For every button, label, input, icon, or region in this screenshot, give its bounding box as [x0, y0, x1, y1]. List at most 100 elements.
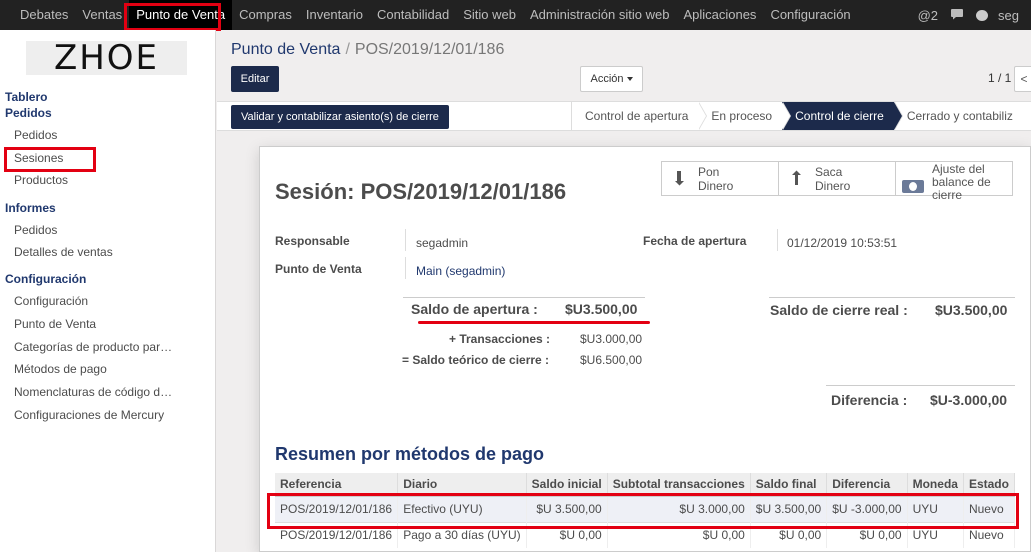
cell-saldo-final: $U 0,00	[750, 521, 828, 548]
field-separator	[777, 229, 778, 251]
menu-punto-de-venta[interactable]: Punto de Venta	[129, 0, 233, 30]
transacciones-value: $U3.000,00	[580, 332, 643, 346]
sidebar-item-punto-de-venta[interactable]: Punto de Venta	[14, 317, 96, 331]
caret-down-icon	[626, 77, 633, 81]
sidebar-section-pedidos: Pedidos	[5, 106, 52, 120]
saca-dinero-label: Saca Dinero	[815, 165, 851, 193]
stage-pipeline: Control de apertura En proceso Control d…	[571, 102, 1023, 130]
punto-venta-value[interactable]: Main (segadmin)	[416, 264, 505, 278]
sidebar-item-sesiones[interactable]: Sesiones	[14, 151, 63, 165]
resumen-title: Resumen por métodos de pago	[275, 444, 545, 464]
statusbar: Validar y contabilizar asiento(s) de cie…	[217, 101, 1031, 131]
cell-moneda: UYU	[907, 496, 964, 522]
col-subtotal[interactable]: Subtotal transacciones	[607, 473, 751, 497]
sidebar-item-nomenclaturas[interactable]: Nomenclaturas de código d…	[14, 385, 172, 399]
sidebar-item-metodos-pago[interactable]: Métodos de pago	[14, 362, 107, 376]
pon-dinero-label: Pon Dinero	[698, 165, 734, 193]
cell-subtotal: $U 3.000,00	[607, 496, 751, 522]
ajuste-balance-button[interactable]: Ajuste del balance de cierre	[895, 161, 1013, 202]
mentions-counter[interactable]: @2	[912, 8, 944, 23]
saca-dinero-button[interactable]: Saca Dinero	[778, 161, 896, 196]
table-row[interactable]: POS/2019/12/01/186 Pago a 30 días (UYU) …	[275, 521, 1016, 548]
cell-referencia: POS/2019/12/01/186	[275, 521, 399, 548]
user-menu[interactable]: seg	[970, 8, 1031, 23]
cell-saldo-inicial: $U 3.500,00	[526, 496, 608, 522]
col-referencia[interactable]: Referencia	[275, 473, 399, 497]
action-label: Acción	[590, 73, 624, 85]
fecha-apertura-value: 01/12/2019 10:53:51	[787, 236, 898, 250]
menu-configuracion[interactable]: Configuración	[763, 0, 857, 30]
col-diario[interactable]: Diario	[397, 473, 527, 497]
field-separator	[405, 229, 406, 251]
cell-subtotal: $U 0,00	[607, 521, 751, 548]
menu-aplicaciones[interactable]: Aplicaciones	[676, 0, 763, 30]
menu-inventario[interactable]: Inventario	[299, 0, 370, 30]
cell-saldo-inicial: $U 0,00	[526, 521, 608, 548]
breadcrumb: Punto de Venta / POS/2019/12/01/186	[231, 41, 504, 59]
menu-sitio-web[interactable]: Sitio web	[456, 0, 523, 30]
menu-contabilidad[interactable]: Contabilidad	[370, 0, 456, 30]
col-saldo-inicial[interactable]: Saldo inicial	[526, 473, 608, 497]
breadcrumb-separator: /	[345, 41, 350, 58]
cell-diferencia: $U 0,00	[826, 521, 908, 548]
sidebar-tablero[interactable]: Tablero	[5, 90, 47, 104]
cell-saldo-final: $U 3.500,00	[750, 496, 828, 522]
top-menu: Debates Ventas Punto de Venta Compras In…	[0, 0, 1031, 30]
sidebar-item-configuracion[interactable]: Configuración	[14, 294, 88, 308]
sidebar-item-informes-pedidos[interactable]: Pedidos	[14, 223, 57, 237]
smart-buttons: Pon Dinero Saca Dinero Ajuste del balance d…	[661, 161, 1013, 202]
cell-diario: Efectivo (UYU)	[397, 496, 527, 522]
cell-estado: Nuevo	[963, 496, 1016, 522]
cell-diario: Pago a 30 días (UYU)	[397, 521, 527, 548]
table-header-row: Referencia Diario Saldo inicial Subtotal…	[275, 473, 1016, 497]
edit-button[interactable]: Editar	[231, 66, 279, 92]
stage-en-proceso[interactable]: En proceso	[698, 102, 791, 130]
diferencia-value: $U-3.000,00	[930, 392, 1008, 408]
diferencia-label: Diferencia :	[831, 392, 908, 408]
fecha-apertura-label: Fecha de apertura	[643, 234, 747, 248]
sidebar-item-pedidos[interactable]: Pedidos	[14, 128, 57, 142]
col-diferencia[interactable]: Diferencia	[826, 473, 908, 497]
menu-ventas[interactable]: Ventas	[75, 0, 129, 30]
pager-prev-button[interactable]: <	[1014, 66, 1031, 92]
menu-admin-sitio-web[interactable]: Administración sitio web	[523, 0, 676, 30]
sidebar-item-productos[interactable]: Productos	[14, 173, 68, 187]
avatar	[976, 9, 989, 21]
breadcrumb-parent[interactable]: Punto de Venta	[231, 41, 340, 58]
cell-estado: Nuevo	[963, 521, 1016, 548]
sidebar: ZHOE Tablero Pedidos Pedidos Sesiones Pr…	[0, 30, 216, 552]
menu-debates[interactable]: Debates	[0, 0, 75, 30]
col-saldo-final[interactable]: Saldo final	[750, 473, 828, 497]
user-name: seg	[998, 7, 1019, 23]
sidebar-item-detalles-ventas[interactable]: Detalles de ventas	[14, 245, 113, 259]
cell-diferencia: $U -3.000,00	[826, 496, 908, 522]
col-estado[interactable]: Estado	[963, 473, 1016, 497]
sidebar-item-categorias[interactable]: Categorías de producto par…	[14, 340, 172, 354]
stage-cerrado[interactable]: Cerrado y contabiliz	[893, 102, 1023, 130]
pon-dinero-button[interactable]: Pon Dinero	[661, 161, 779, 196]
saldo-teorico-label: = Saldo teórico de cierre :	[402, 353, 550, 367]
balance-separator	[403, 297, 645, 298]
action-dropdown[interactable]: Acción	[580, 66, 643, 92]
difference-separator	[826, 385, 1015, 386]
stage-control-cierre[interactable]: Control de cierre	[782, 102, 903, 130]
saldo-teorico-value: $U6.500,00	[580, 353, 643, 367]
ajuste-balance-label: Ajuste del balance de cierre	[932, 162, 991, 202]
responsable-label: Responsable	[275, 234, 350, 248]
breadcrumb-current: POS/2019/12/01/186	[354, 41, 505, 58]
arrow-down-icon	[674, 170, 686, 188]
sidebar-section-informes: Informes	[5, 201, 56, 215]
highlight-underline	[418, 321, 650, 324]
table-row[interactable]: POS/2019/12/01/186 Efectivo (UYU) $U 3.5…	[275, 496, 1016, 522]
col-moneda[interactable]: Moneda	[907, 473, 964, 497]
saldo-cierre-label: Saldo de cierre real :	[770, 302, 908, 318]
chat-icon[interactable]	[944, 8, 970, 23]
money-icon	[902, 180, 924, 193]
sidebar-item-mercury[interactable]: Configuraciones de Mercury	[14, 408, 164, 422]
form-sheet: Pon Dinero Saca Dinero Ajuste del balance d…	[259, 146, 1031, 552]
stage-control-apertura[interactable]: Control de apertura	[571, 102, 708, 130]
transacciones-label: + Transacciones :	[449, 332, 551, 346]
menu-compras[interactable]: Compras	[232, 0, 299, 30]
validate-close-button[interactable]: Validar y contabilizar asiento(s) de cie…	[231, 105, 449, 129]
sidebar-section-configuracion: Configuración	[5, 272, 87, 286]
